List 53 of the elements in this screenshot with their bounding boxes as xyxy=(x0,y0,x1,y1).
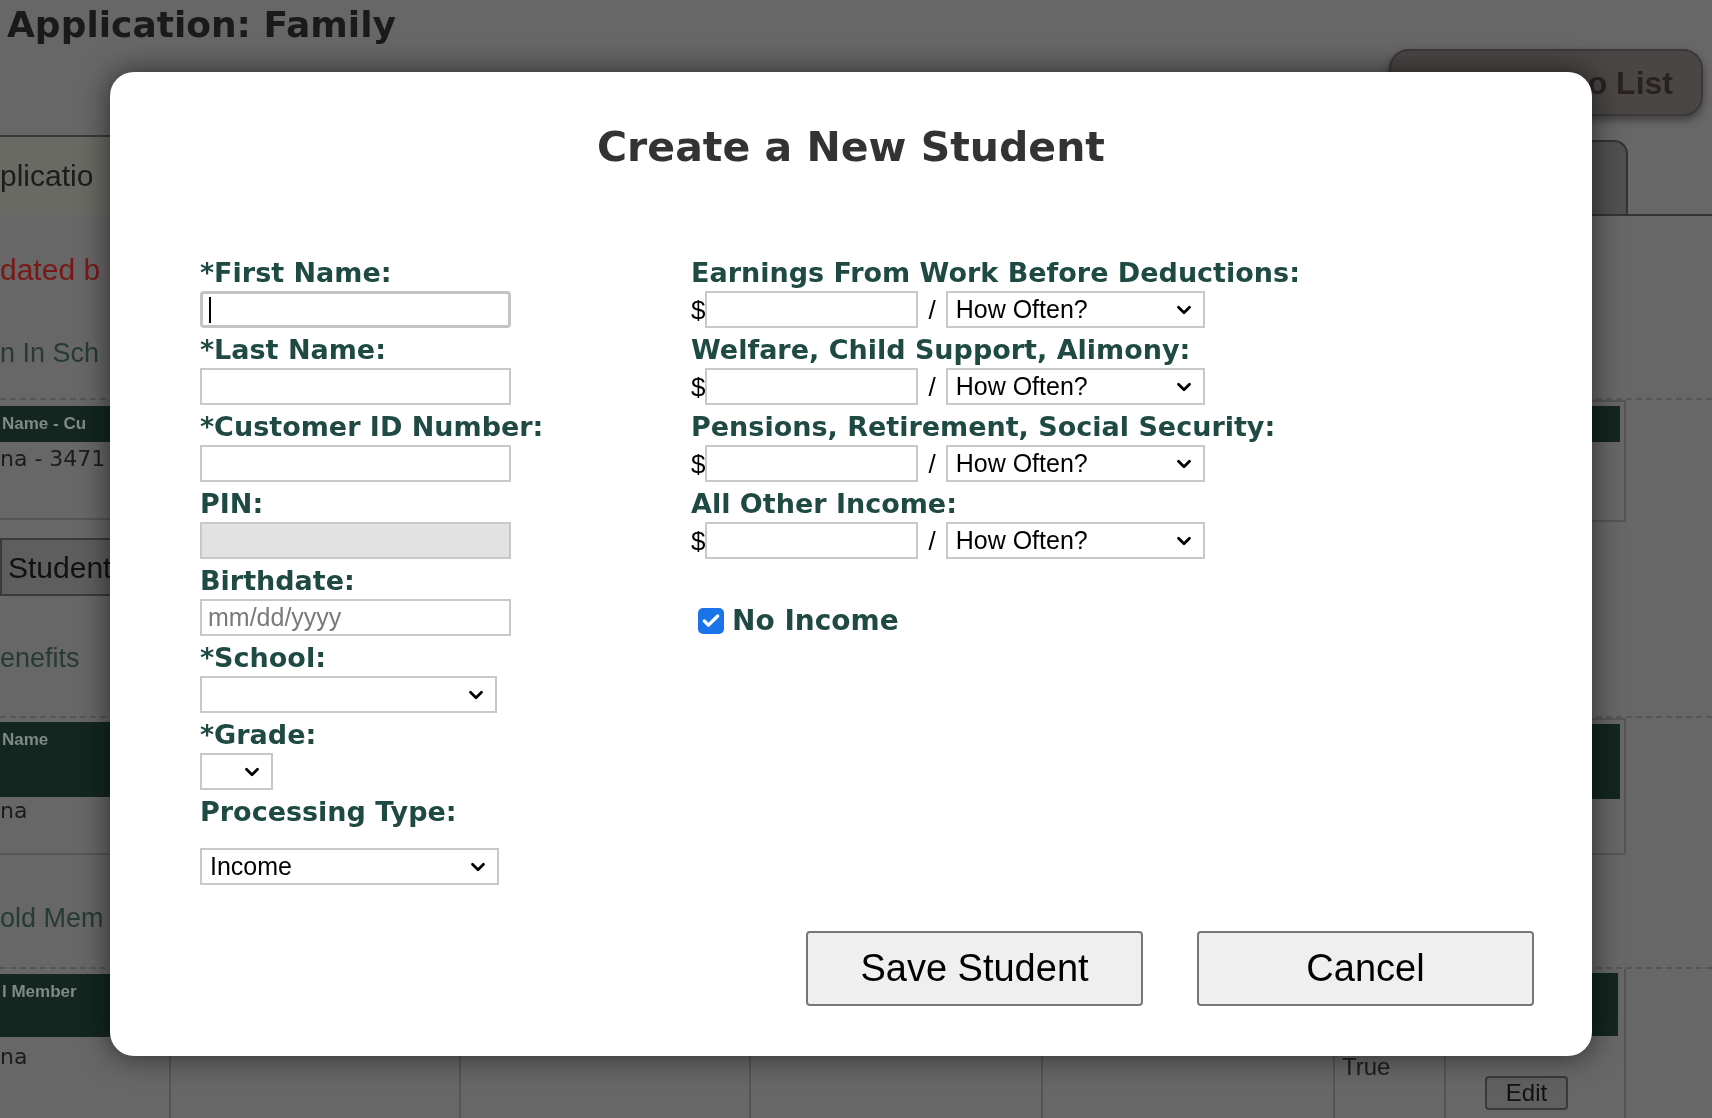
currency-sign: $ xyxy=(691,450,706,477)
table-header: l Member xyxy=(0,974,110,1037)
table-cell: True xyxy=(1342,1055,1391,1079)
page-title: Application: Family xyxy=(7,3,396,47)
table-cell: na xyxy=(0,1046,28,1068)
separator: / xyxy=(928,296,936,323)
frequency-dropdown[interactable]: How Often? xyxy=(945,291,1205,329)
text-field[interactable] xyxy=(200,368,511,406)
field-label: *Customer ID Number: xyxy=(200,410,545,445)
text-field[interactable] xyxy=(200,445,511,483)
field-label: Welfare, Child Support, Alimony: xyxy=(691,333,1192,368)
checkbox[interactable] xyxy=(698,608,724,635)
text-field[interactable] xyxy=(200,291,511,329)
text-caret xyxy=(209,296,211,323)
amount-field[interactable] xyxy=(705,445,919,483)
frequency-dropdown[interactable]: How Often? xyxy=(945,522,1205,560)
text-field[interactable]: mm/dd/yyyy xyxy=(200,599,511,637)
dropdown[interactable]: Income xyxy=(200,848,499,886)
dropdown[interactable] xyxy=(200,753,273,791)
status-message: dated b xyxy=(0,255,101,285)
field-label: *Grade: xyxy=(200,718,318,753)
table-cell: na xyxy=(0,800,28,822)
separator: / xyxy=(928,373,936,400)
separator: / xyxy=(928,450,936,477)
currency-sign: $ xyxy=(691,296,706,323)
currency-sign: $ xyxy=(691,527,706,554)
save-button[interactable]: Save Student xyxy=(806,931,1143,1006)
cancel-button[interactable]: Cancel xyxy=(1197,931,1534,1006)
table-header: Name xyxy=(0,722,110,797)
separator: / xyxy=(928,527,936,554)
table-header: Name - Cu xyxy=(0,406,110,442)
dialog-title: Create a New Student xyxy=(597,122,1105,173)
frequency-dropdown[interactable]: How Often? xyxy=(945,368,1205,406)
field-label: Earnings From Work Before Deductions: xyxy=(691,256,1300,291)
field-label: All Other Income: xyxy=(691,487,958,522)
field-label: *First Name: xyxy=(200,256,393,291)
field-label: PIN: xyxy=(200,487,265,522)
field-label: Pensions, Retirement, Social Security: xyxy=(691,410,1277,445)
field-label: *Last Name: xyxy=(200,333,387,368)
currency-sign: $ xyxy=(691,373,706,400)
amount-field[interactable] xyxy=(705,522,919,560)
table-cell: na - 3471 xyxy=(0,448,106,470)
dropdown[interactable] xyxy=(200,676,497,714)
section-heading: enefits xyxy=(0,645,80,672)
amount-field[interactable] xyxy=(705,291,919,329)
section-heading: n In Sch xyxy=(0,340,100,367)
field-label: Birthdate: xyxy=(200,564,356,599)
no-income-checkbox[interactable]: No Income xyxy=(698,607,1300,636)
amount-field[interactable] xyxy=(705,368,919,406)
field-label: *School: xyxy=(200,641,327,676)
frequency-dropdown[interactable]: How Often? xyxy=(945,445,1205,483)
section-heading: old Mem xyxy=(0,905,104,932)
field-label: Processing Type: xyxy=(200,795,458,830)
